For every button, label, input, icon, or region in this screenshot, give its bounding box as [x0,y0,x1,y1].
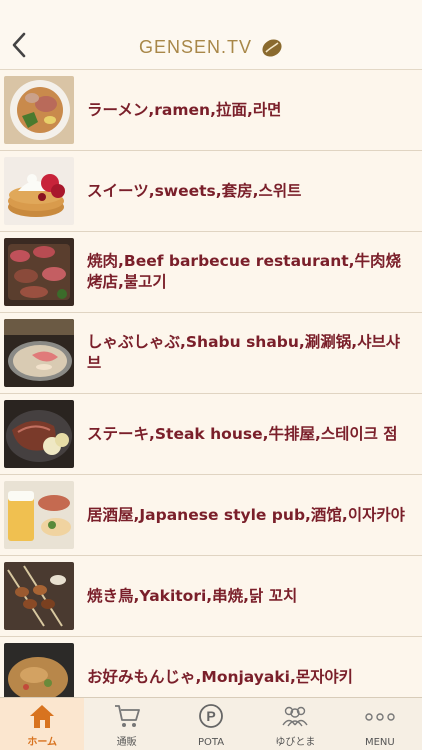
ramen-photo [4,76,74,144]
steak-photo [4,400,74,468]
sweets-photo [4,157,74,225]
shabu-photo [4,319,74,387]
yakiniku-photo [4,238,74,306]
list-item[interactable]: スイーツ,sweets,套房,스위트 [0,151,422,232]
svg-text:P: P [206,708,215,724]
category-label: スイーツ,sweets,套房,스위트 [87,181,302,200]
tab-label: POTA [197,737,225,748]
yakitori-photo [4,562,74,630]
category-label: お好みもんじゃ,Monjayaki,몬자야키 [87,667,353,686]
list-item[interactable]: 焼き鳥,Yakitori,串焼,닭 꼬치 [0,556,422,637]
list-item[interactable]: 居酒屋,Japanese style pub,酒馆,이자카야 [0,475,422,556]
category-label: 焼肉,Beef barbecue restaurant,牛肉烧烤店,불고기 [87,252,402,291]
list-item[interactable]: 焼肉,Beef barbecue restaurant,牛肉烧烤店,불고기 [0,232,422,313]
category-label: ステーキ,Steak house,牛排屋,스테이크 점 [87,424,398,443]
list-item[interactable]: お好みもんじゃ,Monjayaki,몬자야키 [0,637,422,697]
more-dots-icon [365,713,395,721]
tab-menu[interactable]: MENU [338,698,422,750]
list-item[interactable]: ラーメン,ramen,拉面,라면 [0,70,422,151]
bottom-tab-bar: ホーム 通販 P POTA ゆびとま MENU [0,697,422,750]
list-item[interactable]: しゃぶしゃぶ,Shabu shabu,涮涮锅,샤브샤브 [0,313,422,394]
app-header: GENSEN.TV [0,0,422,70]
category-list: ラーメン,ramen,拉面,라면 スイーツ,sweets,套房,스위트 焼肉,B… [0,70,422,697]
list-item[interactable]: ステーキ,Steak house,牛排屋,스테이크 점 [0,394,422,475]
category-label: しゃぶしゃぶ,Shabu shabu,涮涮锅,샤브샤브 [87,333,400,372]
category-label: 居酒屋,Japanese style pub,酒馆,이자카야 [87,505,405,524]
tab-yubitoma[interactable]: ゆびとま [253,698,337,750]
category-label: ラーメン,ramen,拉面,라면 [87,100,282,119]
cart-icon [114,705,140,727]
izakaya-photo [4,481,74,549]
monja-photo [4,643,74,697]
category-label: 焼き鳥,Yakitori,串焼,닭 꼬치 [87,586,298,605]
tab-label: MENU [364,737,395,748]
logo-text: GENSEN.TV [138,37,252,57]
tab-label: ホーム [27,737,58,748]
app-logo: GENSEN.TV [0,37,422,58]
tab-label: ゆびとま [275,737,316,748]
logo-bean-icon [262,38,282,57]
tab-shop[interactable]: 通販 [84,698,168,750]
people-icon [282,706,309,727]
parking-circle-icon: P [199,704,223,728]
tab-label: 通販 [116,737,137,748]
tab-pota[interactable]: P POTA [169,698,253,750]
home-icon [30,705,55,728]
tab-home[interactable]: ホーム [0,698,85,750]
